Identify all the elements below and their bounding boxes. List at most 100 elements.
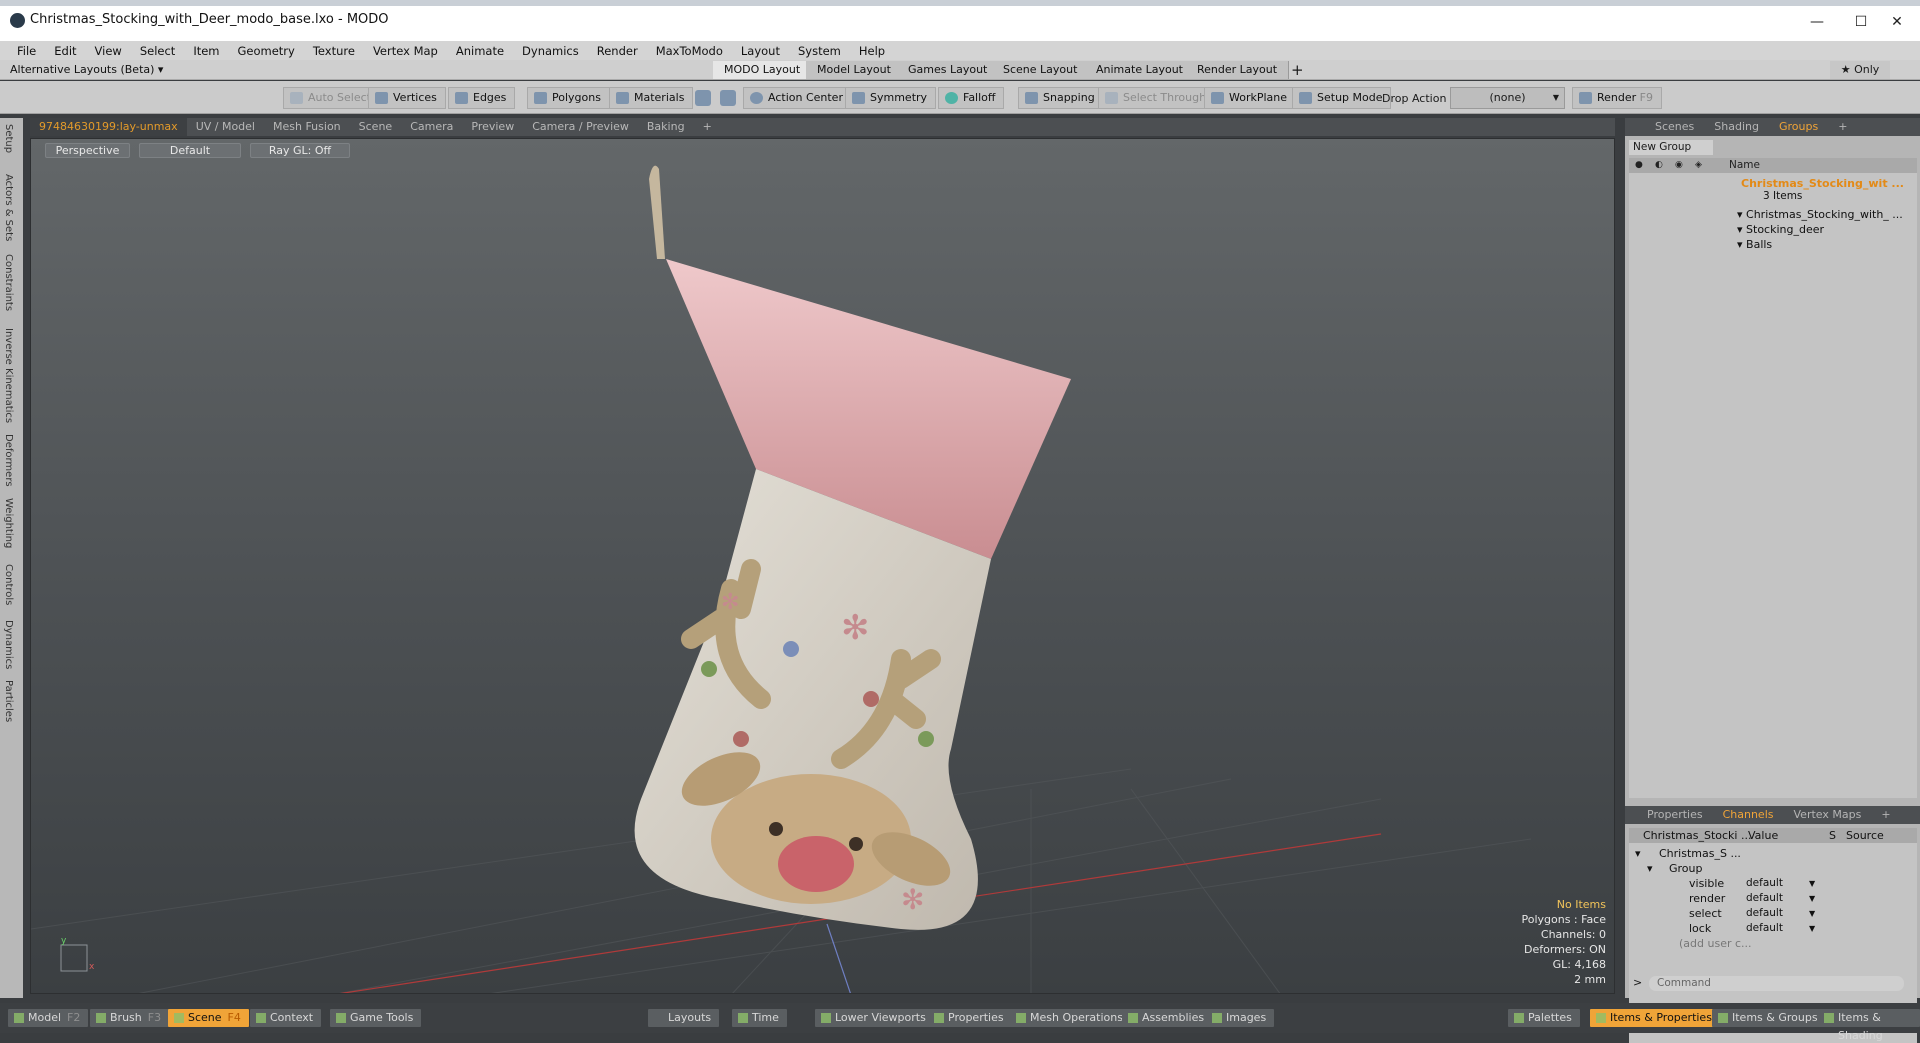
tab-channels[interactable]: Channels (1713, 806, 1784, 824)
items-properties-button[interactable]: Items & Properties (1590, 1009, 1720, 1027)
minimize-button[interactable]: — (1794, 9, 1840, 35)
tab-model-layout[interactable]: Model Layout (806, 61, 903, 79)
mesh-operations-button[interactable]: Mesh Operations (1010, 1009, 1131, 1027)
items-groups-button[interactable]: Items & Groups (1712, 1009, 1826, 1027)
render-button[interactable]: Render F9 (1572, 87, 1662, 109)
new-group-button[interactable]: New Group (1629, 140, 1713, 155)
menu-render[interactable]: Render (588, 44, 647, 58)
side-tab-deformers[interactable]: Deformers (3, 434, 14, 487)
falloff-button[interactable]: Falloff (938, 87, 1005, 109)
assemblies-button[interactable]: Assemblies (1122, 1009, 1213, 1027)
side-tab-setup[interactable]: Setup (3, 124, 14, 153)
side-tab-actors-sets[interactable]: Actors & Sets (3, 174, 14, 241)
add-layout-button[interactable]: + (1291, 61, 1304, 79)
palettes-button[interactable]: Palettes (1508, 1009, 1580, 1027)
images-button[interactable]: Images (1206, 1009, 1275, 1027)
channel-row-lock[interactable]: lock default ▼ (1629, 921, 1917, 936)
channel-row-select[interactable]: select default ▼ (1629, 906, 1917, 921)
channel-row-visible[interactable]: visible default ▼ (1629, 876, 1917, 891)
add-channels-tab-button[interactable]: + (1871, 806, 1900, 824)
brush-tab-button[interactable]: Brush F3 (90, 1009, 170, 1027)
menu-file[interactable]: File (8, 44, 45, 58)
channel-row-render[interactable]: render default ▼ (1629, 891, 1917, 906)
drop-action-select[interactable]: (none) ▼ (1450, 87, 1565, 109)
tab-baking[interactable]: Baking (638, 118, 694, 136)
layouts-button[interactable]: Layouts (648, 1009, 720, 1027)
menu-view[interactable]: View (86, 44, 131, 58)
tab-camera-preview[interactable]: Camera / Preview (523, 118, 638, 136)
tab-mesh-fusion[interactable]: Mesh Fusion (264, 118, 350, 136)
menu-help[interactable]: Help (850, 44, 894, 58)
snapping-button[interactable]: Snapping (1018, 87, 1104, 109)
channel-value-dropdown[interactable]: default (1746, 906, 1804, 920)
action-center-button[interactable]: Action Center (743, 87, 852, 109)
time-button[interactable]: Time (732, 1009, 787, 1027)
tab-shading[interactable]: Shading (1704, 118, 1769, 136)
menu-vertex-map[interactable]: Vertex Map (364, 44, 447, 58)
menu-dynamics[interactable]: Dynamics (513, 44, 588, 58)
menu-animate[interactable]: Animate (447, 44, 513, 58)
polygons-button[interactable]: Polygons (527, 87, 610, 109)
tab-scenes[interactable]: Scenes (1645, 118, 1704, 136)
side-tab-controls[interactable]: Controls (3, 564, 14, 605)
items-shading-button[interactable]: Items & Shading (1818, 1009, 1920, 1042)
workplane-button[interactable]: WorkPlane (1204, 87, 1297, 109)
edges-button[interactable]: Edges (448, 87, 516, 109)
tab-camera[interactable]: Camera (401, 118, 462, 136)
tab-render-layout[interactable]: Render Layout (1186, 61, 1290, 79)
model-tab-button[interactable]: Model F2 (8, 1009, 89, 1027)
selection-mode-icon-b[interactable] (720, 90, 736, 106)
selection-mode-icon-a[interactable] (695, 90, 711, 106)
tab-vertex-maps[interactable]: Vertex Maps (1784, 806, 1872, 824)
tab-uv-model[interactable]: UV / Model (187, 118, 264, 136)
alternative-layouts-dropdown[interactable]: Alternative Layouts (Beta) ▾ (10, 63, 163, 76)
side-tab-constraints[interactable]: Constraints (3, 254, 14, 311)
game-tools-button[interactable]: Game Tools (330, 1009, 422, 1027)
menu-texture[interactable]: Texture (304, 44, 364, 58)
side-tab-dynamics[interactable]: Dynamics (3, 620, 14, 669)
add-viewport-tab-button[interactable]: + (694, 118, 721, 136)
symmetry-button[interactable]: Symmetry (845, 87, 937, 109)
tab-scene-layout[interactable]: Scene Layout (992, 61, 1090, 79)
vertices-button[interactable]: Vertices (368, 87, 446, 109)
tab-animate-layout[interactable]: Animate Layout (1085, 61, 1195, 79)
menu-system[interactable]: System (789, 44, 850, 58)
channel-root-row[interactable]: ▾ Christmas_S ... (1629, 846, 1917, 861)
add-user-channel-row[interactable]: (add user c... (1629, 936, 1917, 951)
lower-viewports-button[interactable]: Lower Viewports (815, 1009, 934, 1027)
group-row-christmas-stocking[interactable]: Christmas_Stocking_wit ... (1741, 177, 1904, 190)
christmas-stocking-model[interactable]: ✻ ✻ ✻ (571, 139, 1131, 959)
tab-groups[interactable]: Groups (1769, 118, 1828, 136)
menu-item[interactable]: Item (184, 44, 228, 58)
context-tab-button[interactable]: Context (250, 1009, 322, 1027)
tab-games-layout[interactable]: Games Layout (897, 61, 1000, 79)
menu-maxtomodo[interactable]: MaxToModo (647, 44, 732, 58)
side-tab-weighting[interactable]: Weighting (3, 498, 14, 548)
group-child-stocking-mesh[interactable]: ▾ Christmas_Stocking_with_ ... (1737, 208, 1903, 221)
only-button[interactable]: ★ Only (1830, 61, 1890, 79)
command-input[interactable]: Command (1649, 976, 1904, 991)
auto-select-button[interactable]: Auto Select (283, 87, 380, 109)
tab-preview[interactable]: Preview (462, 118, 523, 136)
tab-modo-layout[interactable]: MODO Layout (713, 61, 813, 79)
menu-edit[interactable]: Edit (45, 44, 85, 58)
channel-value-dropdown[interactable]: default (1746, 891, 1804, 905)
group-child-balls[interactable]: ▾ Balls (1737, 238, 1772, 251)
channel-group-row[interactable]: ▾ Group (1629, 861, 1917, 876)
channel-value-dropdown[interactable]: default (1746, 921, 1804, 935)
menu-select[interactable]: Select (131, 44, 184, 58)
select-through-button[interactable]: Select Through (1098, 87, 1216, 109)
scene-tab-button[interactable]: Scene F4 (168, 1009, 249, 1027)
menu-geometry[interactable]: Geometry (229, 44, 304, 58)
properties-button[interactable]: Properties (928, 1009, 1012, 1027)
side-tab-particles[interactable]: Particles (3, 680, 14, 722)
setup-mode-button[interactable]: Setup Mode (1292, 87, 1392, 109)
add-panel-tab-button[interactable]: + (1828, 118, 1857, 136)
tab-lay-unmax[interactable]: 97484630199:lay-unmax (30, 118, 187, 136)
menu-layout[interactable]: Layout (732, 44, 789, 58)
group-child-stocking-deer[interactable]: ▾ Stocking_deer (1737, 223, 1824, 236)
side-tab-inverse-kinematics[interactable]: Inverse Kinematics (3, 328, 14, 423)
materials-button[interactable]: Materials (609, 87, 694, 109)
channel-value-dropdown[interactable]: default (1746, 876, 1804, 890)
3d-viewport[interactable]: Perspective Default Ray GL: Off y x ✻ ✻ … (30, 138, 1615, 994)
